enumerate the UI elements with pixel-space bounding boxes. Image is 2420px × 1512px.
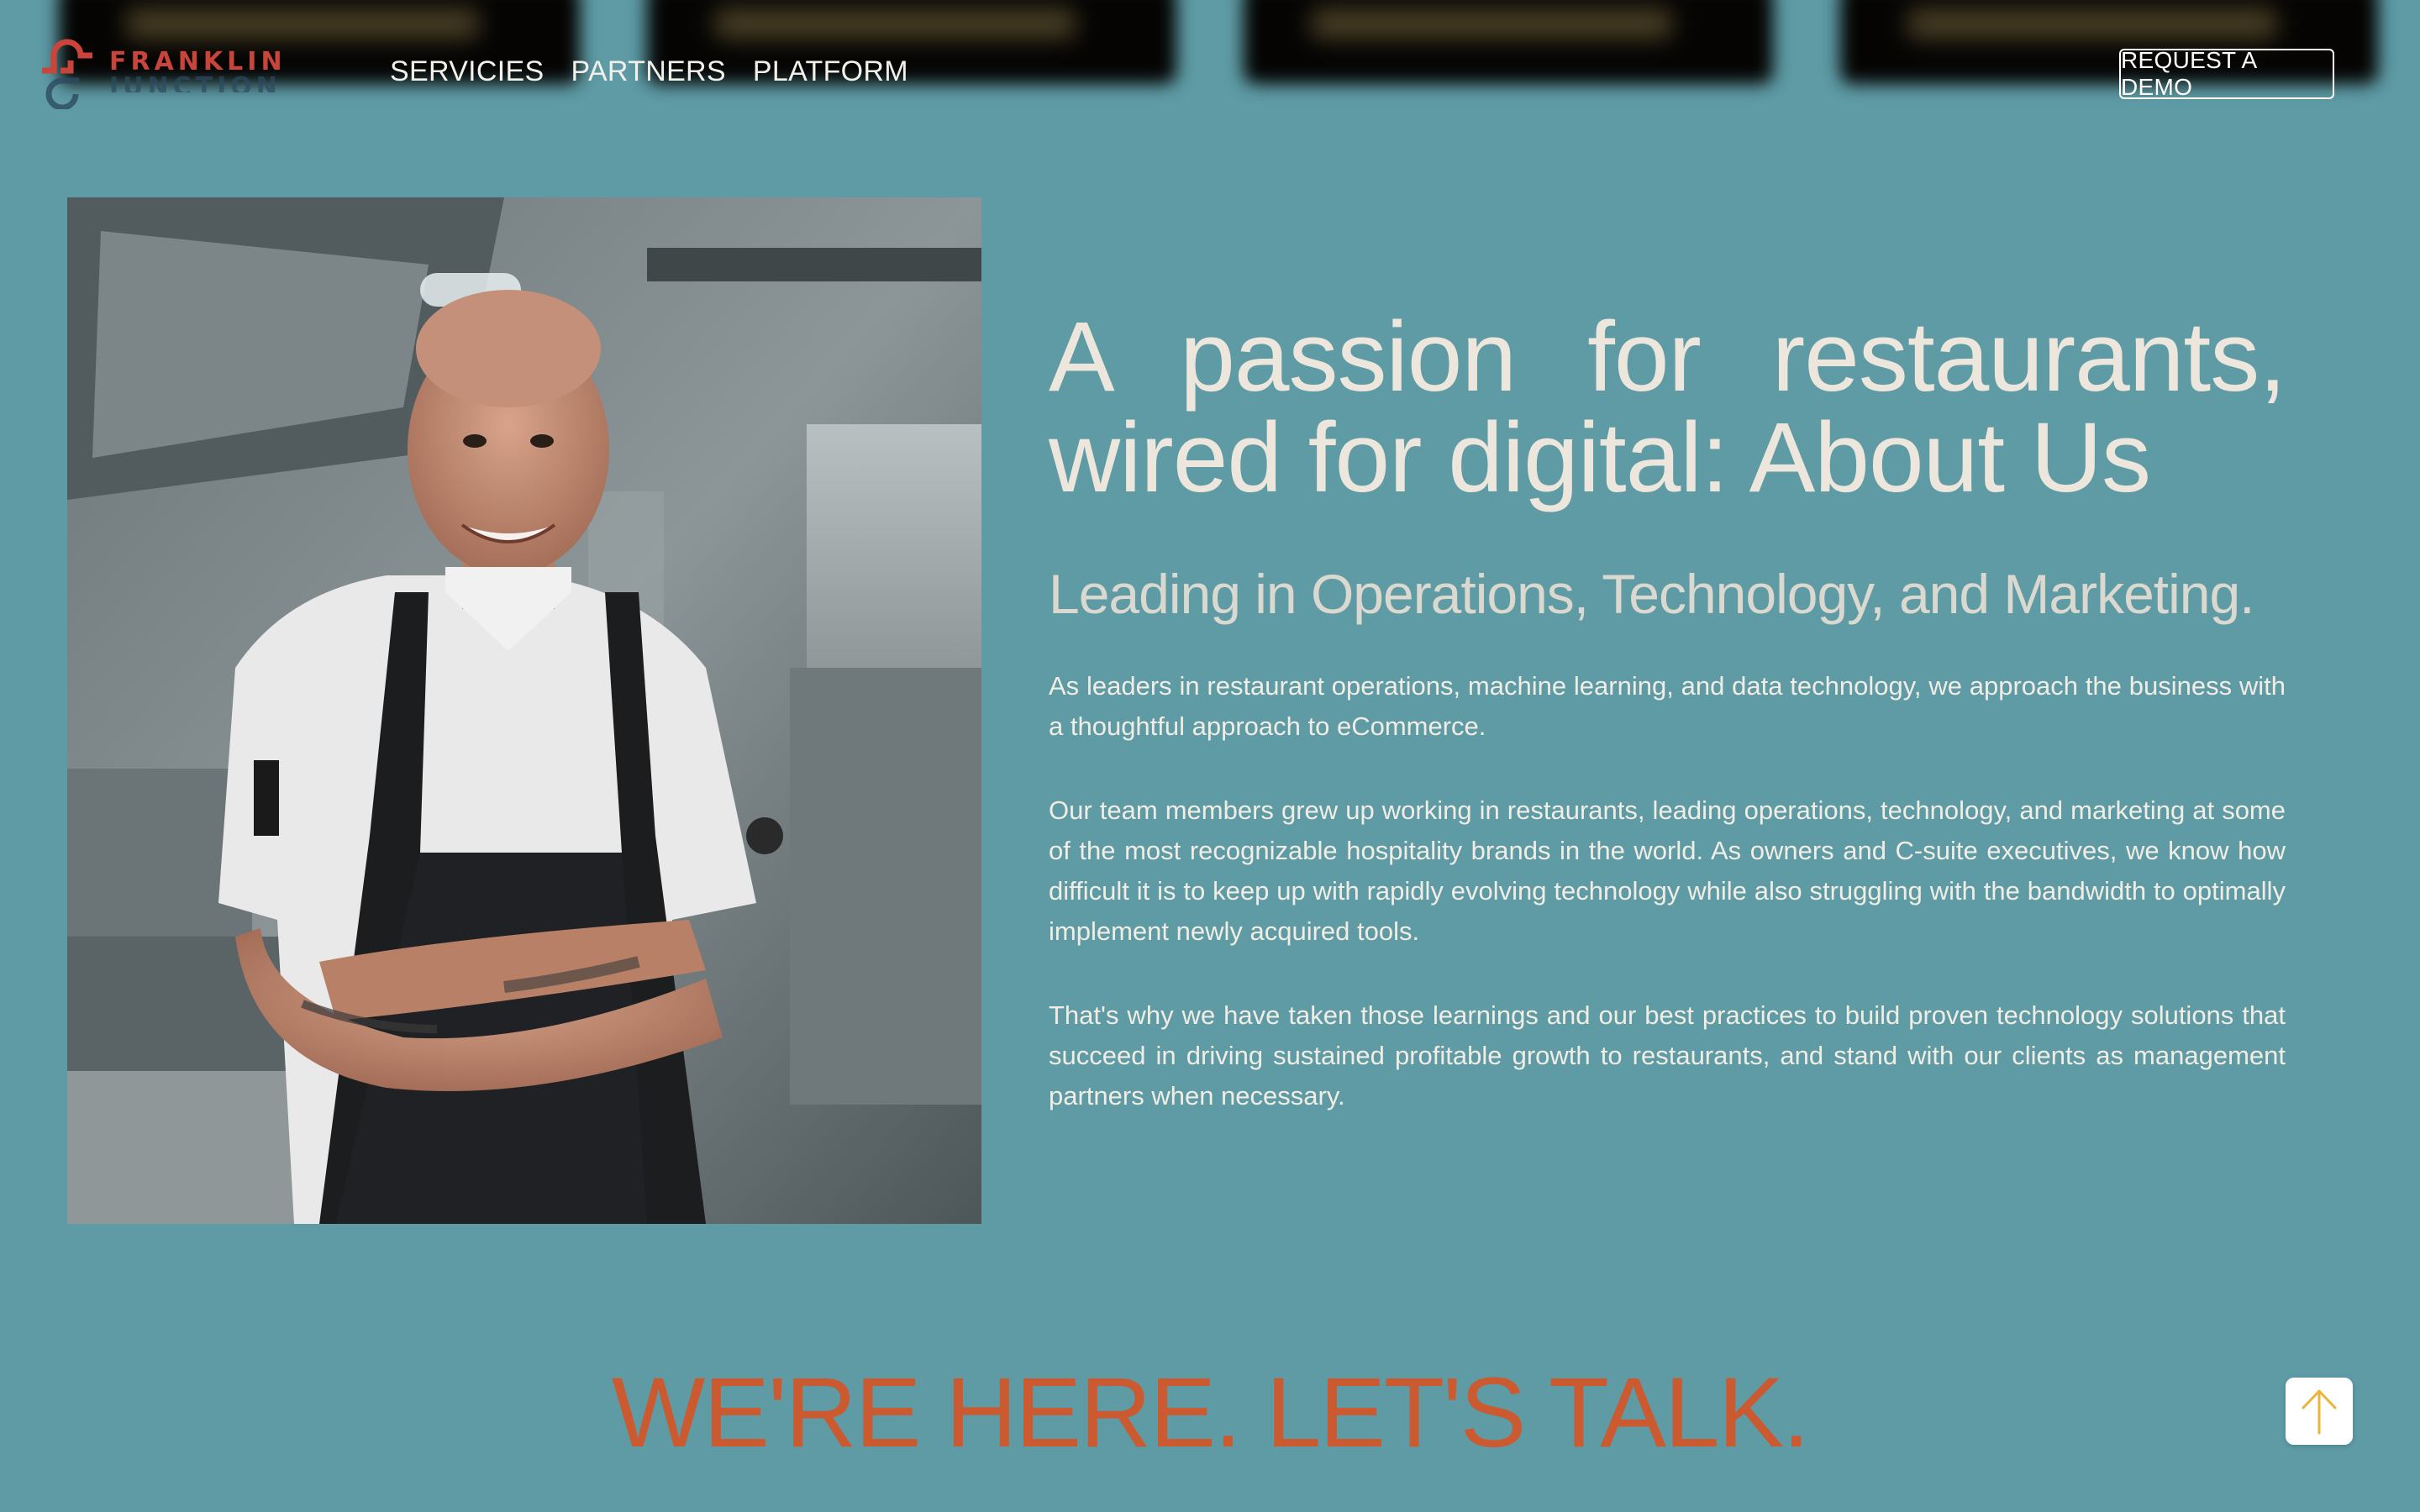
- nav-item-platform[interactable]: PLATFORM: [753, 55, 908, 88]
- contact-cta-heading: WE'RE HERE. LET'S TALK.: [611, 1357, 1810, 1468]
- header-background-image: [1244, 0, 1773, 84]
- about-paragraph: As leaders in restaurant operations, mac…: [1049, 671, 2286, 741]
- nav-item-partners[interactable]: PARTNERS: [571, 55, 725, 88]
- about-paragraph: That's why we have taken those learnings…: [1049, 1000, 2286, 1110]
- about-content: A passion for restaurants, wired for dig…: [1049, 307, 2286, 1116]
- about-paragraph: Our team members grew up working in rest…: [1049, 795, 2286, 946]
- chef-photo-image: [67, 197, 981, 1224]
- brand-name-secondary: JUNCTION: [109, 72, 281, 92]
- nav-item-services[interactable]: SERVICIES: [390, 55, 544, 88]
- page-subtitle: Leading in Operations, Technology, and M…: [1049, 563, 2255, 625]
- page-title: A passion for restaurants, wired for dig…: [1049, 302, 2286, 513]
- main-nav: SERVICIES PARTNERS PLATFORM: [390, 55, 908, 88]
- request-demo-button[interactable]: REQUEST A DEMO: [2119, 47, 2334, 100]
- logo-mark-icon: [42, 39, 92, 109]
- header-bar: [0, 0, 2420, 101]
- arrow-up-icon: [2302, 1389, 2337, 1435]
- brand-logo[interactable]: FRANKLIN JUNCTION: [37, 37, 282, 113]
- scroll-to-top-button[interactable]: [2286, 1378, 2353, 1445]
- chef-in-kitchen-photo: [67, 197, 981, 1224]
